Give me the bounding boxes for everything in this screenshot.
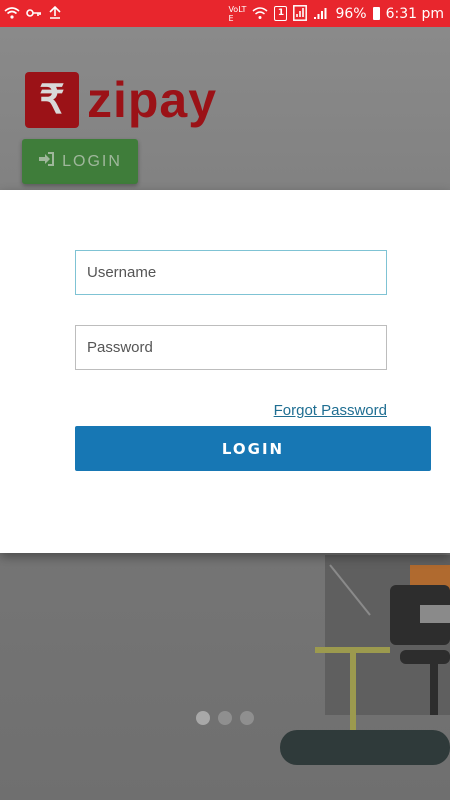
key-icon: [26, 8, 42, 20]
background-login-label: LOGIN: [62, 152, 122, 170]
wifi-icon: [4, 6, 20, 21]
sim-badge: 1: [274, 6, 288, 21]
signal-box-icon: [293, 4, 308, 23]
wifi-calling-icon: [252, 6, 268, 22]
status-bar: VoLTE 1 96% 6:31 pm: [0, 0, 450, 27]
office-chair-illustration: [280, 555, 450, 765]
status-bar-left: [4, 5, 62, 22]
username-input[interactable]: [75, 250, 387, 295]
status-bar-right: VoLTE 1 96% 6:31 pm: [228, 5, 444, 23]
login-button[interactable]: LOGIN: [75, 426, 431, 471]
rupee-logo-icon: ₹: [25, 72, 79, 128]
carousel-dot[interactable]: [196, 711, 210, 725]
usb-transfer-icon: [48, 5, 62, 22]
logo-text: zipay: [87, 72, 218, 128]
app-logo: ₹ zipay: [25, 71, 217, 129]
carousel-indicator: [196, 711, 254, 725]
clock: 6:31 pm: [385, 5, 444, 22]
battery-icon: [372, 7, 380, 20]
sign-in-icon: [38, 152, 55, 171]
volte-label: VoLTE: [228, 4, 247, 23]
battery-percentage: 96%: [335, 5, 367, 22]
signal-strength-icon: [313, 6, 329, 22]
carousel-dot[interactable]: [218, 711, 232, 725]
forgot-password-link[interactable]: Forgot Password: [274, 402, 387, 419]
background-login-button[interactable]: LOGIN: [22, 139, 138, 184]
carousel-dot[interactable]: [240, 711, 254, 725]
password-input[interactable]: [75, 325, 387, 370]
login-modal: Forgot Password LOGIN: [0, 190, 450, 553]
